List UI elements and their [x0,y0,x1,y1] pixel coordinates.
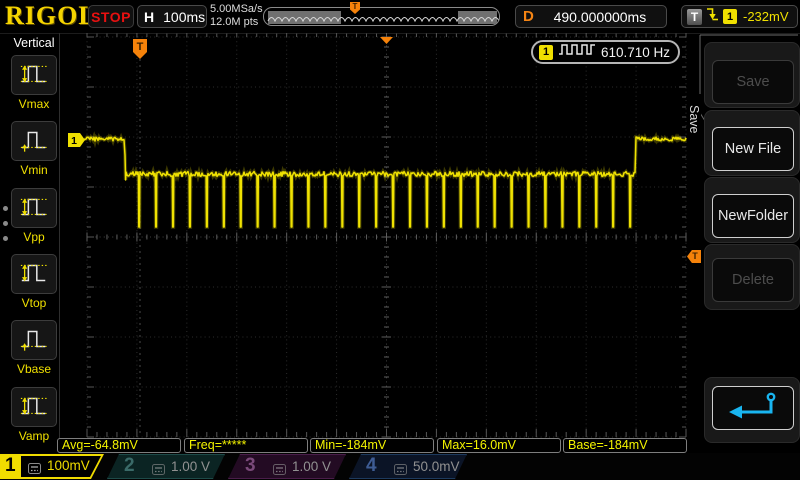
channel-2-scale: 1.00 V [171,459,210,474]
svg-text:T: T [137,41,144,53]
sidebar-item-vbase[interactable] [11,320,57,360]
vmin-label: Vmin [3,163,65,177]
preview-waveform [264,8,500,26]
sidebar-item-vtop[interactable] [11,254,57,294]
channel-1-status[interactable]: 1 100mV [0,454,104,479]
channel-1-scale: 100mV [47,458,90,473]
measurement-base: Base=-184mV [563,438,687,453]
vmax-label: Vmax [3,97,65,111]
new-folder-button[interactable]: NewFolder [712,194,794,238]
square-wave-icon [558,42,596,62]
channel-1-number: 1 [5,455,16,477]
page-dot [3,221,8,226]
measurement-freq: Freq=***** [184,438,308,453]
trigger-panel: T 1 -232mV [681,5,798,28]
measurement-max: Max=16.0mV [437,438,561,453]
dc-coupling-icon [152,462,165,480]
vbase-icon [17,323,51,358]
vamp-icon [17,390,51,425]
frequency-value: 610.710 Hz [601,45,670,60]
dc-coupling-icon [273,462,286,480]
frequency-counter: 1 610.710 Hz [531,40,680,64]
channel-3-scale: 1.00 V [292,459,331,474]
timebase-value: 100ms [163,9,205,25]
memory-depth: 12.0M pts [210,16,263,29]
sample-rate: 5.00MSa/s [210,3,263,16]
vpp-label: Vpp [3,230,65,244]
waveform-display: T1 [59,33,690,453]
freq-channel-badge: 1 [539,45,553,60]
page-dot [3,236,8,241]
delete-button[interactable]: Delete [712,258,794,302]
rigol-logo: RIGOL [5,1,97,31]
new-file-button[interactable]: New File [712,127,794,171]
trigger-source-badge: 1 [723,9,737,24]
menu-tab-save: Save [687,94,701,144]
falling-edge-icon [706,6,719,27]
oscilloscope-screen: RIGOL STOP H 100ms 5.00MSa/s 12.0M pts T… [0,0,800,480]
channel-4-scale: 50.0mV [413,459,460,474]
back-button[interactable] [712,386,794,430]
channel-status-bar: 1 100mV 2 1.00 V 3 1.00 V 4 50.0mV [0,453,800,480]
dc-coupling-icon [394,462,407,480]
acquisition-info: 5.00MSa/s 12.0M pts [210,3,263,29]
save-button[interactable]: Save [712,60,794,104]
delay-value: 490.000000ms [534,9,666,25]
vpp-icon [17,191,51,226]
channel-4-number: 4 [366,455,377,477]
vtop-label: Vtop [3,296,65,310]
measurement-min: Min=-184mV [310,438,434,453]
delay-panel: D 490.000000ms [515,5,667,28]
sidebar-item-vpp[interactable] [11,188,57,228]
vtop-icon [17,257,51,292]
channel-2-number: 2 [124,455,135,477]
horizontal-timebase-panel: H 100ms [137,5,207,28]
sidebar-item-vamp[interactable] [11,387,57,427]
sidebar-item-vmin[interactable] [11,121,57,161]
sidebar-title: Vertical [6,36,62,50]
svg-text:1: 1 [71,135,77,147]
channel-2-status[interactable]: 2 1.00 V [107,454,225,479]
measurement-avg: Avg=-64.8mV [57,438,181,453]
trigger-label: T [687,9,702,25]
channel-3-number: 3 [245,455,256,477]
return-arrow-icon [725,391,781,425]
top-status-bar: RIGOL STOP H 100ms 5.00MSa/s 12.0M pts T… [0,0,800,34]
vbase-label: Vbase [3,362,65,376]
delay-label: D [523,8,534,25]
sidebar-item-vmax[interactable] [11,55,57,95]
horizontal-label: H [144,9,154,25]
channel-4-status[interactable]: 4 50.0mV [349,454,467,479]
vmin-icon [17,124,51,159]
vamp-label: Vamp [3,429,65,443]
channel-3-status[interactable]: 3 1.00 V [228,454,346,479]
run-state-label: STOP [91,9,131,25]
vmax-icon [17,58,51,93]
page-dot [3,206,8,211]
dc-coupling-icon [28,461,41,479]
waveform-preview-bar[interactable] [263,7,500,26]
run-state-indicator: STOP [88,5,134,28]
trigger-level-value: -232mV [743,9,789,24]
